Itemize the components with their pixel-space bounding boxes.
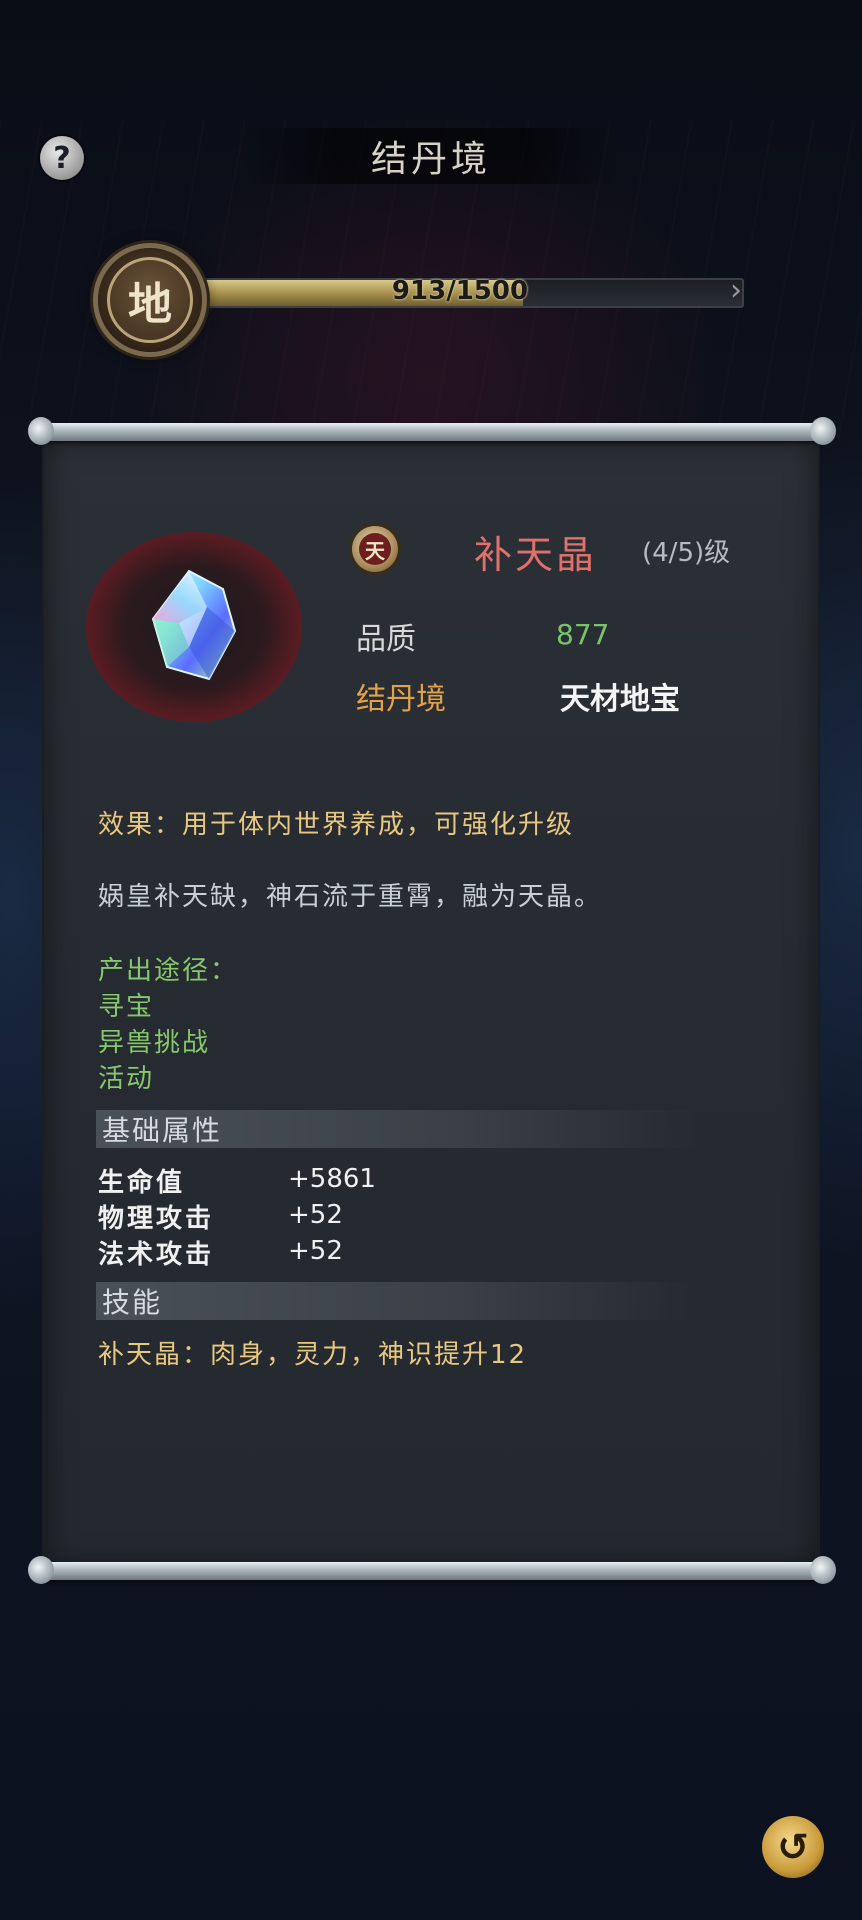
tier-badge: 地 <box>107 257 193 343</box>
attr-label: 法术攻击 <box>98 1240 215 1270</box>
title-banner: 结丹境 <box>240 128 622 184</box>
realm-label: 结丹境 <box>356 682 446 717</box>
rod-cap-icon <box>810 417 836 445</box>
return-icon: ↺ <box>777 1825 809 1869</box>
rod-cap-icon <box>28 1556 54 1584</box>
game-screen: ? 结丹境 913/1500 › 地 天 补天晶 (4/5)级 品质 877 结… <box>0 0 862 1920</box>
effect-text: 效果：用于体内世界养成，可强化升级 <box>98 810 575 840</box>
tier-medal: 地 <box>98 248 202 352</box>
quality-label: 品质 <box>356 622 416 657</box>
progress-text: 913/1500 <box>391 276 529 306</box>
help-button[interactable]: ? <box>40 136 84 180</box>
next-tier-arrow-icon[interactable]: › <box>730 274 758 308</box>
scroll-rod-top <box>28 417 836 445</box>
skills-header: 技能 <box>96 1282 696 1320</box>
scroll-rod-bottom <box>28 1556 836 1584</box>
item-category: 天材地宝 <box>560 682 680 717</box>
attr-value: +52 <box>288 1236 343 1266</box>
source-item[interactable]: 活动 <box>98 1058 154 1095</box>
attr-value: +52 <box>288 1200 343 1230</box>
crystal-gem-icon <box>151 569 237 681</box>
rod-cap-icon <box>28 417 54 445</box>
rod-cap-icon <box>810 1556 836 1584</box>
section-title: 基础属性 <box>102 1114 223 1147</box>
skill-text: 补天晶：肉身，灵力，神识提升12 <box>98 1340 528 1370</box>
question-icon: ? <box>53 140 71 176</box>
source-item[interactable]: 异兽挑战 <box>98 1022 210 1059</box>
grade-badge: 天 <box>352 526 398 572</box>
grade-badge-text: 天 <box>359 533 391 565</box>
attr-label: 生命值 <box>98 1168 186 1198</box>
item-icon-frame <box>86 532 302 722</box>
page-title: 结丹境 <box>370 139 491 180</box>
item-level: (4/5)级 <box>642 538 731 568</box>
attr-label: 物理攻击 <box>98 1204 215 1234</box>
base-attributes-header: 基础属性 <box>96 1110 696 1148</box>
source-item[interactable]: 寻宝 <box>98 986 154 1023</box>
section-title: 技能 <box>102 1286 163 1319</box>
description-text: 娲皇补天缺，神石流于重霄，融为天晶。 <box>98 882 603 912</box>
attr-value: +5861 <box>288 1164 376 1194</box>
return-button[interactable]: ↺ <box>762 1816 824 1878</box>
sources-title: 产出途径： <box>98 956 239 986</box>
item-name: 补天晶 <box>474 533 598 577</box>
quality-value: 877 <box>556 618 610 651</box>
